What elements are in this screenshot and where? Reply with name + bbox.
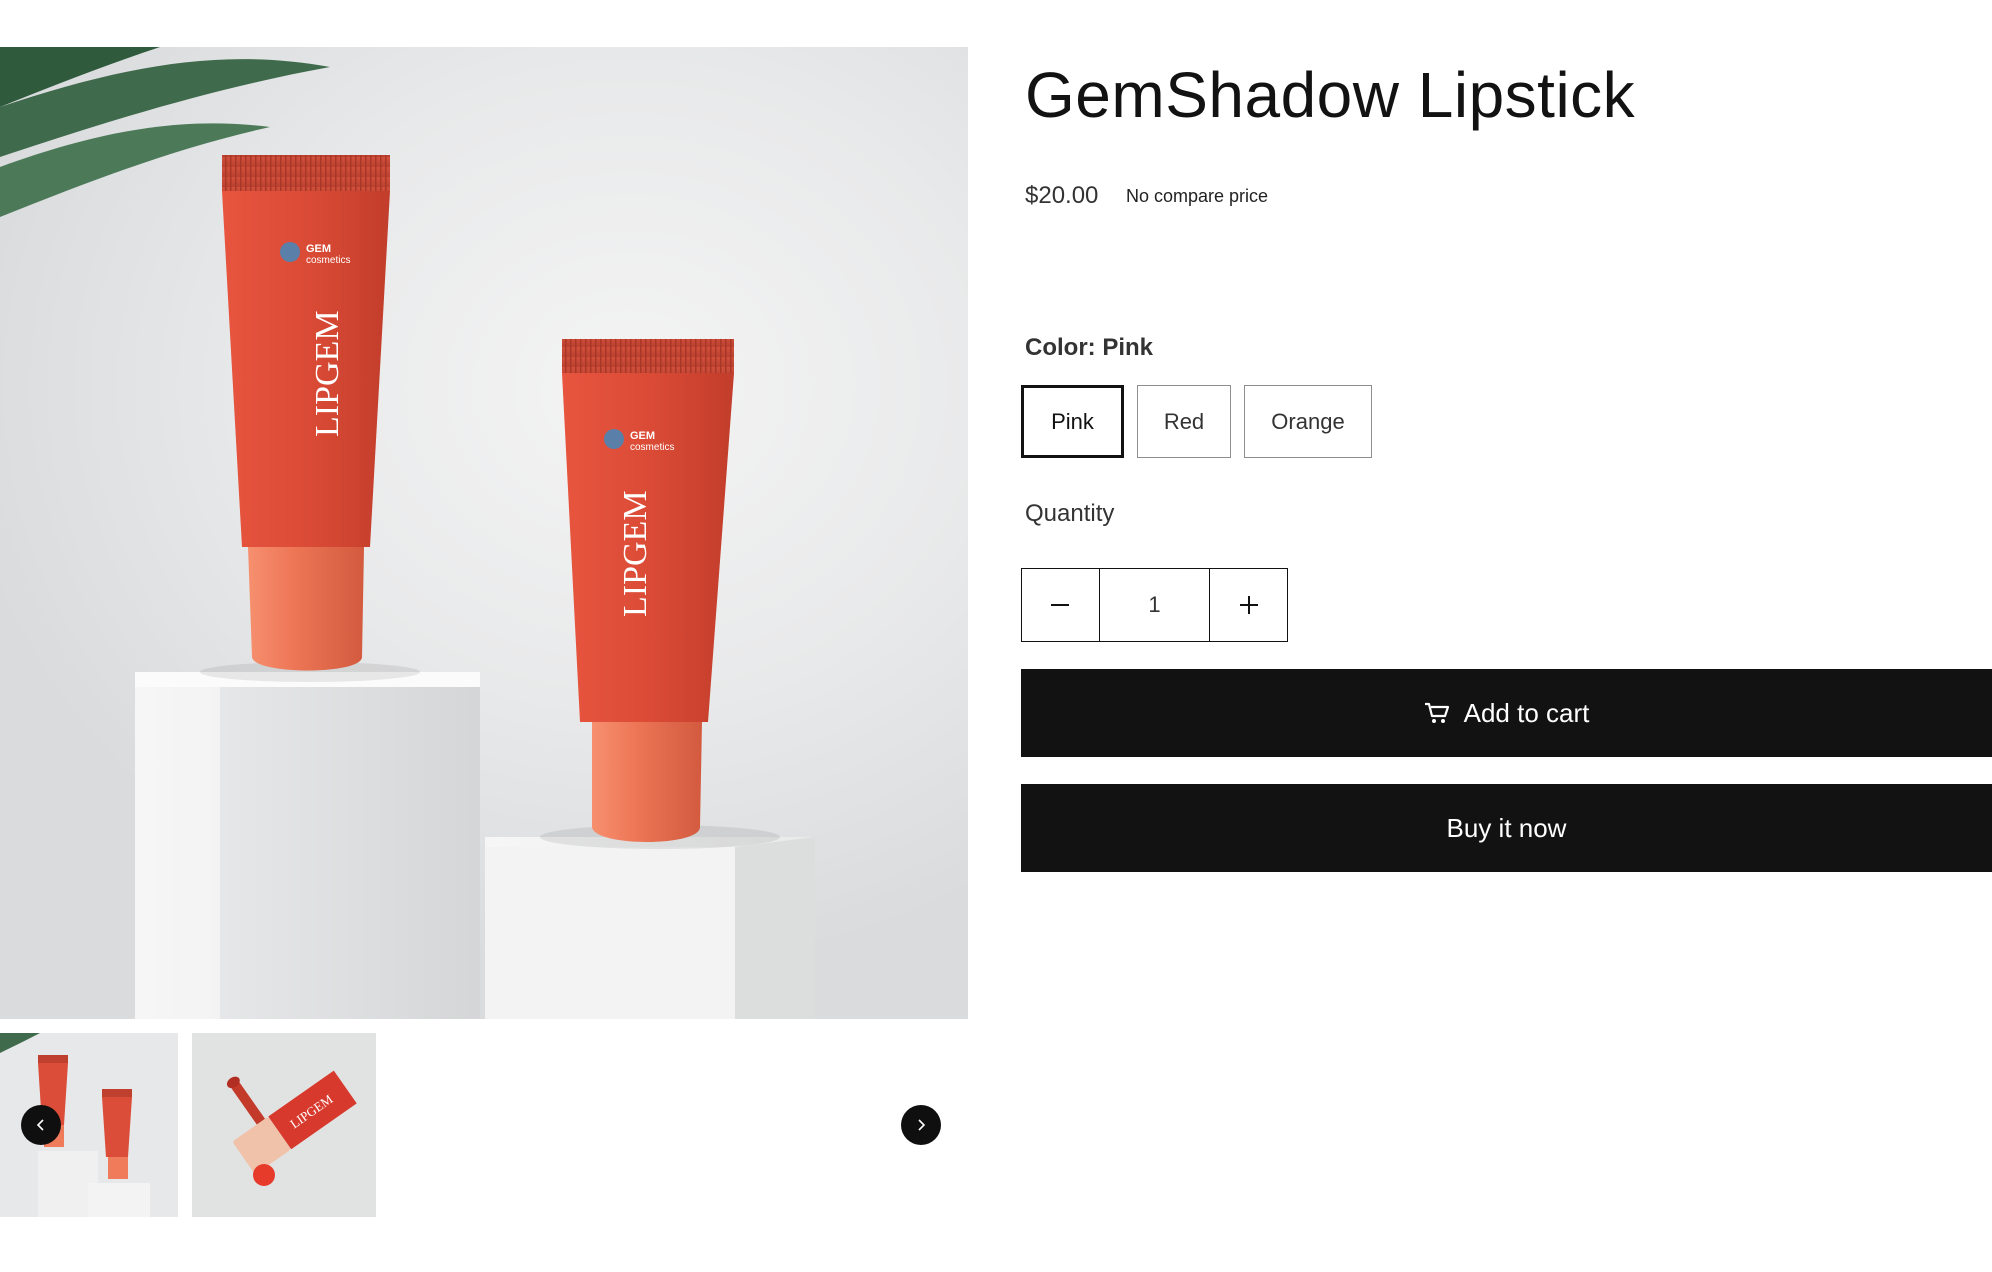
quantity-plus-button[interactable] <box>1210 569 1287 641</box>
add-to-cart-label: Add to cart <box>1463 697 1590 728</box>
minus-icon <box>1051 604 1070 606</box>
chevron-left-icon <box>36 1119 44 1131</box>
product-info: GemShadow Lipstick $20.00 No compare pri… <box>1021 0 1992 1272</box>
svg-text:GEM: GEM <box>630 430 655 442</box>
quantity-minus-button[interactable] <box>1022 569 1099 641</box>
svg-text:LIPGEM: LIPGEM <box>309 310 346 437</box>
add-to-cart-button[interactable]: Add to cart <box>1021 669 1992 757</box>
cart-icon <box>1424 701 1450 725</box>
quantity-input[interactable]: 1 <box>1098 569 1211 641</box>
color-option-orange[interactable]: Orange <box>1244 385 1372 458</box>
color-option-red[interactable]: Red <box>1137 385 1231 458</box>
product-main-image[interactable]: GEM cosmetics LIPGEM GEM cosmetics LIPGE… <box>0 47 968 1019</box>
product-price: $20.00 <box>1025 182 1099 209</box>
lipstick-tube-left: GEM cosmetics LIPGEM <box>222 155 390 671</box>
slider-prev-button[interactable] <box>21 1105 61 1145</box>
svg-text:LIPGEM: LIPGEM <box>617 490 654 617</box>
quantity-label: Quantity <box>1025 500 1115 527</box>
color-option-label: Color: Pink <box>1025 334 1154 361</box>
chevron-right-icon <box>918 1119 926 1131</box>
svg-text:GEM: GEM <box>306 243 331 255</box>
quantity-stepper: 1 <box>1021 568 1288 642</box>
product-title: GemShadow Lipstick <box>1025 59 1636 131</box>
lipstick-tube-right: GEM cosmetics LIPGEM <box>562 339 734 842</box>
buy-now-button[interactable]: Buy it now <box>1021 784 1992 872</box>
color-option-pink[interactable]: Pink <box>1021 385 1124 458</box>
plus-icon <box>1239 596 1258 614</box>
compare-price: No compare price <box>1126 186 1269 206</box>
thumbnail-2[interactable]: LIPGEM <box>192 1033 376 1217</box>
svg-text:cosmetics: cosmetics <box>630 442 674 453</box>
slider-next-button[interactable] <box>901 1105 941 1145</box>
svg-text:cosmetics: cosmetics <box>306 255 350 266</box>
